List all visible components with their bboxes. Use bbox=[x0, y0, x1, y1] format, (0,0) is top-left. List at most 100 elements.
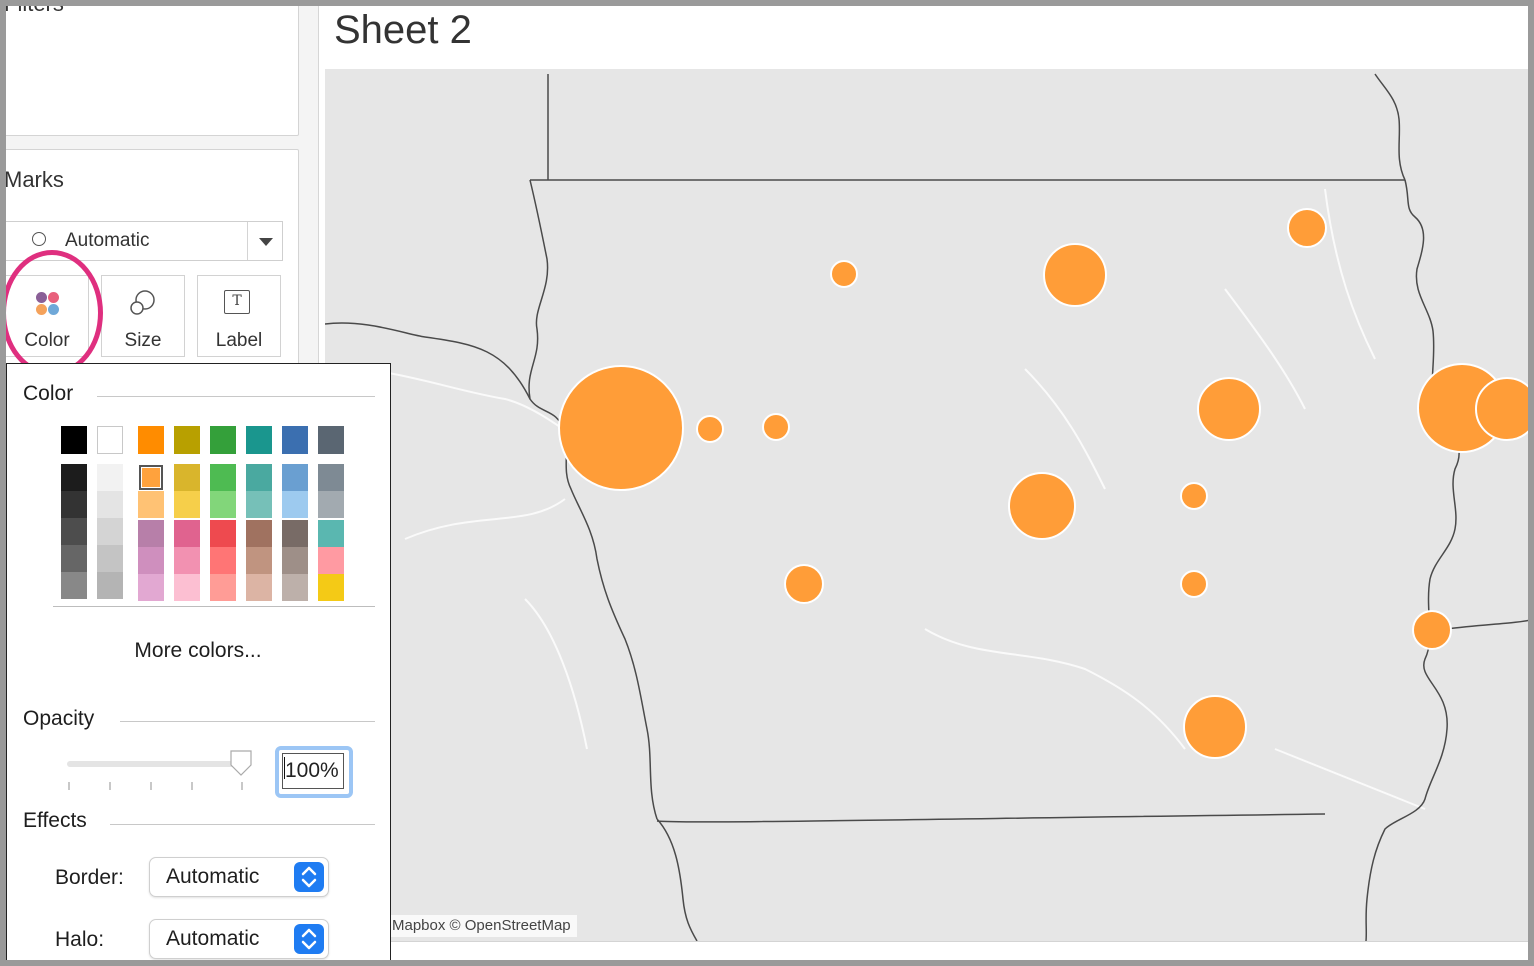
city-mark[interactable] bbox=[558, 365, 684, 491]
city-mark[interactable] bbox=[1183, 695, 1247, 759]
color-swatch[interactable] bbox=[97, 518, 123, 545]
color-button[interactable]: Color bbox=[6, 275, 89, 357]
color-swatch[interactable] bbox=[282, 426, 308, 454]
city-mark[interactable] bbox=[762, 413, 790, 441]
iowa-south-border bbox=[656, 813, 1326, 823]
opacity-section-divider bbox=[120, 721, 375, 722]
city-mark[interactable] bbox=[1287, 208, 1327, 248]
city-mark[interactable] bbox=[1475, 377, 1528, 441]
color-swatch[interactable] bbox=[246, 426, 272, 454]
color-swatch[interactable] bbox=[246, 464, 272, 491]
color-swatch[interactable] bbox=[174, 520, 200, 547]
color-swatch[interactable] bbox=[210, 520, 236, 547]
text-label-icon: T bbox=[224, 290, 250, 314]
color-swatch[interactable] bbox=[138, 574, 164, 601]
city-mark[interactable] bbox=[784, 564, 824, 604]
city-mark[interactable] bbox=[1043, 243, 1107, 307]
color-swatch[interactable] bbox=[138, 520, 164, 547]
color-swatch[interactable] bbox=[138, 426, 164, 454]
iowa-east-border bbox=[1365, 179, 1460, 941]
label-button-label: Label bbox=[215, 330, 263, 351]
color-swatch[interactable] bbox=[97, 491, 123, 518]
color-swatch[interactable] bbox=[210, 426, 236, 454]
color-swatch[interactable] bbox=[282, 491, 308, 518]
color-swatch[interactable] bbox=[318, 574, 344, 601]
color-swatch[interactable] bbox=[318, 547, 344, 574]
color-swatch[interactable] bbox=[210, 464, 236, 491]
color-swatch[interactable] bbox=[318, 491, 344, 518]
color-swatch[interactable] bbox=[174, 574, 200, 601]
more-colors-button[interactable]: More colors... bbox=[7, 639, 389, 663]
color-swatch[interactable] bbox=[97, 464, 123, 491]
palette-divider bbox=[53, 606, 375, 607]
city-mark[interactable] bbox=[1180, 570, 1208, 598]
color-swatch[interactable] bbox=[282, 520, 308, 547]
color-swatch[interactable] bbox=[138, 547, 164, 574]
color-swatch[interactable] bbox=[97, 572, 123, 599]
color-swatch[interactable] bbox=[61, 518, 87, 545]
color-swatch[interactable] bbox=[97, 545, 123, 572]
city-mark[interactable] bbox=[1180, 482, 1208, 510]
mark-type-dropdown[interactable]: Automatic bbox=[6, 221, 283, 261]
opacity-slider-thumb[interactable] bbox=[229, 749, 253, 777]
city-mark[interactable] bbox=[1197, 377, 1261, 441]
slider-tick bbox=[150, 782, 152, 790]
opacity-input[interactable]: 100% bbox=[275, 746, 353, 798]
color-swatch[interactable] bbox=[174, 491, 200, 518]
sheet-title: Sheet 2 bbox=[334, 8, 472, 52]
color-swatch[interactable] bbox=[318, 426, 344, 454]
effects-section-title: Effects bbox=[23, 809, 87, 832]
opacity-value: 100% bbox=[282, 753, 344, 789]
selected-color-swatch[interactable] bbox=[138, 464, 164, 491]
text-cursor bbox=[284, 757, 285, 779]
color-swatch[interactable] bbox=[210, 491, 236, 518]
city-mark[interactable] bbox=[1412, 610, 1452, 650]
effects-section-divider bbox=[110, 824, 375, 825]
color-swatch[interactable] bbox=[61, 491, 87, 518]
color-swatch[interactable] bbox=[61, 464, 87, 491]
color-swatch[interactable] bbox=[210, 547, 236, 574]
color-swatch[interactable] bbox=[97, 426, 123, 454]
size-button[interactable]: Size bbox=[101, 275, 185, 357]
color-swatch[interactable] bbox=[174, 426, 200, 454]
halo-label: Halo: bbox=[55, 928, 105, 951]
color-section-divider bbox=[97, 396, 375, 397]
color-swatch[interactable] bbox=[61, 545, 87, 572]
color-swatch[interactable] bbox=[210, 574, 236, 601]
city-mark[interactable] bbox=[830, 260, 858, 288]
city-mark[interactable] bbox=[1008, 472, 1076, 540]
color-swatch[interactable] bbox=[282, 464, 308, 491]
label-button[interactable]: T Label bbox=[197, 275, 281, 357]
border-select-value: Automatic bbox=[166, 865, 260, 888]
illinois-border bbox=[1446, 619, 1528, 630]
map-view[interactable]: Mapbox © OpenStreetMap bbox=[325, 69, 1528, 941]
opacity-slider-track[interactable] bbox=[67, 761, 243, 767]
slider-tick bbox=[191, 782, 193, 790]
color-swatch[interactable] bbox=[318, 520, 344, 547]
state-borders bbox=[325, 73, 1528, 941]
slider-tick bbox=[109, 782, 111, 790]
circle-mark-icon bbox=[32, 232, 46, 246]
map-canvas bbox=[325, 73, 1528, 941]
color-swatch[interactable] bbox=[61, 426, 87, 454]
map-rivers bbox=[325, 188, 1426, 810]
color-swatch[interactable] bbox=[282, 574, 308, 601]
color-swatch[interactable] bbox=[174, 464, 200, 491]
color-swatch[interactable] bbox=[61, 572, 87, 599]
halo-select[interactable]: Automatic bbox=[149, 919, 329, 959]
color-swatch[interactable] bbox=[246, 520, 272, 547]
chevron-down-icon[interactable] bbox=[259, 238, 273, 246]
city-mark[interactable] bbox=[696, 415, 724, 443]
filters-card[interactable]: Filters bbox=[6, 6, 299, 136]
color-swatch[interactable] bbox=[246, 574, 272, 601]
color-swatch[interactable] bbox=[246, 547, 272, 574]
minnesota-east-border bbox=[1374, 73, 1406, 181]
map-attribution[interactable]: Mapbox © OpenStreetMap bbox=[387, 915, 577, 937]
color-swatch[interactable] bbox=[138, 491, 164, 518]
color-swatch[interactable] bbox=[282, 547, 308, 574]
color-swatch[interactable] bbox=[318, 464, 344, 491]
border-select[interactable]: Automatic bbox=[149, 857, 329, 897]
color-swatch[interactable] bbox=[174, 547, 200, 574]
color-swatch[interactable] bbox=[246, 491, 272, 518]
tableau-window: Filters Marks Automatic Color bbox=[6, 6, 1528, 960]
